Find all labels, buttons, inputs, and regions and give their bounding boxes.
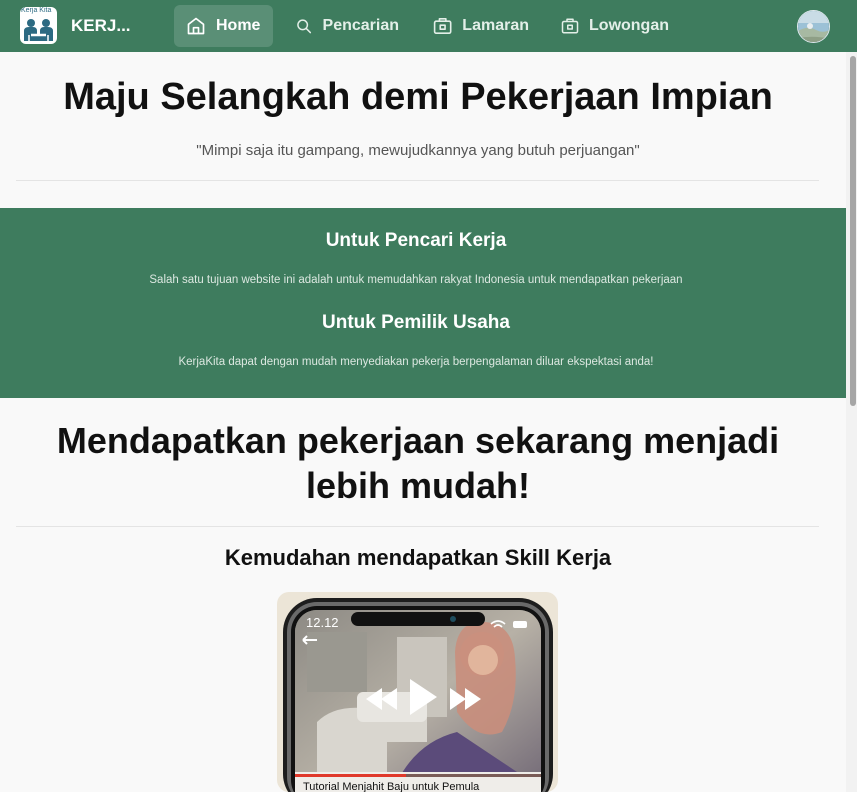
divider	[16, 180, 819, 181]
nav-home[interactable]: Home	[174, 5, 273, 47]
phone-status-time: 12.12	[306, 615, 339, 630]
avatar-image	[798, 11, 829, 42]
logo-text: Kerja Kita	[21, 7, 52, 14]
user-avatar[interactable]	[797, 10, 830, 43]
nav-home-label: Home	[216, 17, 261, 34]
section-headline: Mendapatkan pekerjaan sekarang menjadi l…	[0, 418, 836, 508]
section-headline-line1: Mendapatkan pekerjaan sekarang menjadi	[56, 420, 780, 461]
brand-name[interactable]: KERJ...	[71, 16, 131, 36]
briefcase-icon	[561, 18, 579, 34]
nav-pencarian-label: Pencarian	[322, 17, 399, 34]
features-banner: Untuk Pencari Kerja Salah satu tujuan we…	[0, 208, 846, 398]
video-progress-fill	[295, 774, 406, 777]
video-progress-track[interactable]	[295, 774, 541, 777]
nav-lowongan-label: Lowongan	[589, 17, 669, 34]
divider	[16, 526, 819, 527]
section-headline-line2: lebih mudah!	[306, 465, 530, 506]
feature-text-job-seeker: Salah satu tujuan website ini adalah unt…	[149, 274, 683, 286]
logo[interactable]: Kerja Kita	[20, 7, 57, 44]
home-icon	[187, 17, 205, 35]
nav-pencarian[interactable]: Pencarian	[283, 5, 411, 47]
video-caption: Tutorial Menjahit Baju untuk Pemula	[303, 781, 480, 792]
hero-quote: "Mimpi saja itu gampang, mewujudkannya y…	[196, 142, 640, 159]
nav-lowongan[interactable]: Lowongan	[549, 5, 681, 47]
feature-title-job-seeker: Untuk Pencari Kerja	[325, 230, 507, 251]
briefcase-icon	[433, 17, 452, 35]
search-icon	[297, 19, 312, 34]
page-scrollbar-thumb[interactable]	[850, 56, 856, 406]
hero-title: Maju Selangkah demi Pekerjaan Impian	[63, 76, 773, 118]
nav-lamaran[interactable]: Lamaran	[421, 5, 541, 47]
phone-mockup: 12.12 Tutorial Menjahit Baju untuk Pemul…	[277, 592, 558, 792]
section-subtitle: Kemudahan mendapatkan Skill Kerja	[224, 545, 612, 570]
top-navbar: Kerja Kita KERJ... Home Pencarian Lamara…	[0, 0, 857, 52]
feature-text-business-owner: KerjaKita dapat dengan mudah menyediakan…	[178, 356, 654, 368]
feature-title-business-owner: Untuk Pemilik Usaha	[322, 312, 510, 333]
nav-lamaran-label: Lamaran	[462, 17, 529, 34]
